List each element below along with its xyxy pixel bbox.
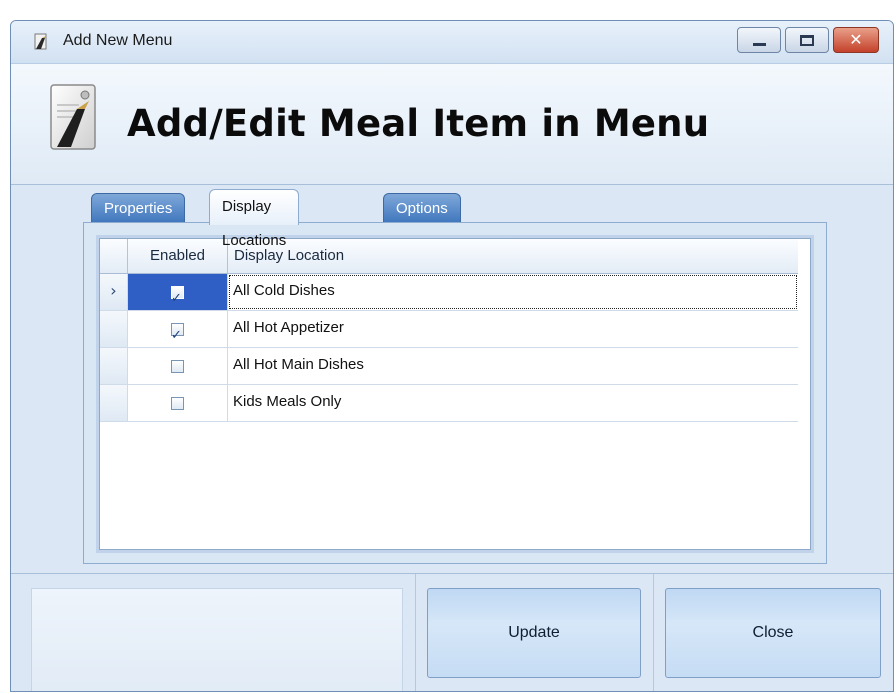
footer-divider	[415, 574, 416, 691]
minimize-button[interactable]	[737, 27, 781, 53]
close-button[interactable]: Close	[665, 588, 881, 678]
row-indicator	[100, 385, 128, 421]
row-indicator-header	[100, 239, 128, 273]
display-location-cell[interactable]: All Cold Dishes	[228, 274, 798, 310]
enabled-checkbox[interactable]	[171, 396, 184, 410]
close-window-button[interactable]: ✕	[833, 27, 879, 53]
dialog-footer: Update Close	[11, 573, 893, 691]
display-location-cell[interactable]: All Hot Appetizer	[228, 311, 798, 347]
row-indicator-icon: ›	[100, 274, 128, 310]
table-row[interactable]: › ✓ All Cold Dishes	[100, 274, 798, 311]
row-indicator	[100, 348, 128, 384]
window-title: Add New Menu	[63, 32, 173, 49]
display-location-cell[interactable]: Kids Meals Only	[228, 385, 798, 421]
add-new-menu-window: Add New Menu ✕ Add/Edit Meal Item in Men…	[10, 20, 894, 692]
update-button[interactable]: Update	[427, 588, 641, 678]
maximize-button[interactable]	[785, 27, 829, 53]
row-indicator	[100, 311, 128, 347]
table-row[interactable]: Kids Meals Only	[100, 385, 798, 422]
display-locations-panel: Enabled Display Location › ✓ All Cold Di…	[83, 222, 827, 564]
table-row[interactable]: ✓ All Hot Appetizer	[100, 311, 798, 348]
table-row[interactable]: All Hot Main Dishes	[100, 348, 798, 385]
grid-header: Enabled Display Location	[100, 239, 798, 274]
enabled-checkbox[interactable]	[171, 359, 184, 373]
tab-options[interactable]: Options	[383, 193, 461, 223]
tab-display-locations[interactable]: Display Locations	[209, 189, 300, 249]
enabled-cell[interactable]: ✓	[128, 274, 228, 310]
enabled-cell[interactable]: ✓	[128, 311, 228, 347]
title-bar[interactable]: Add New Menu ✕	[11, 21, 893, 64]
maximize-icon	[800, 35, 814, 46]
enabled-checkbox[interactable]: ✓	[171, 322, 184, 343]
dialog-header: Add/Edit Meal Item in Menu	[11, 64, 893, 185]
display-location-cell[interactable]: All Hot Main Dishes	[228, 348, 798, 384]
enabled-checkbox[interactable]: ✓	[171, 285, 184, 306]
tab-properties[interactable]: Properties	[91, 193, 186, 223]
display-locations-grid[interactable]: Enabled Display Location › ✓ All Cold Di…	[96, 235, 814, 553]
enabled-cell[interactable]	[128, 348, 228, 384]
menu-document-icon	[50, 84, 96, 150]
page-title: Add/Edit Meal Item in Menu	[127, 102, 710, 145]
menu-document-icon	[34, 33, 47, 50]
footer-status-area	[31, 588, 403, 691]
column-header-display-location[interactable]: Display Location	[228, 239, 798, 273]
window-controls: ✕	[737, 27, 879, 53]
column-header-enabled[interactable]: Enabled	[128, 239, 228, 273]
close-icon: ✕	[849, 30, 863, 49]
grid-body: Enabled Display Location › ✓ All Cold Di…	[99, 238, 811, 550]
minimize-icon	[753, 43, 766, 46]
footer-divider	[653, 574, 654, 691]
enabled-cell[interactable]	[128, 385, 228, 421]
